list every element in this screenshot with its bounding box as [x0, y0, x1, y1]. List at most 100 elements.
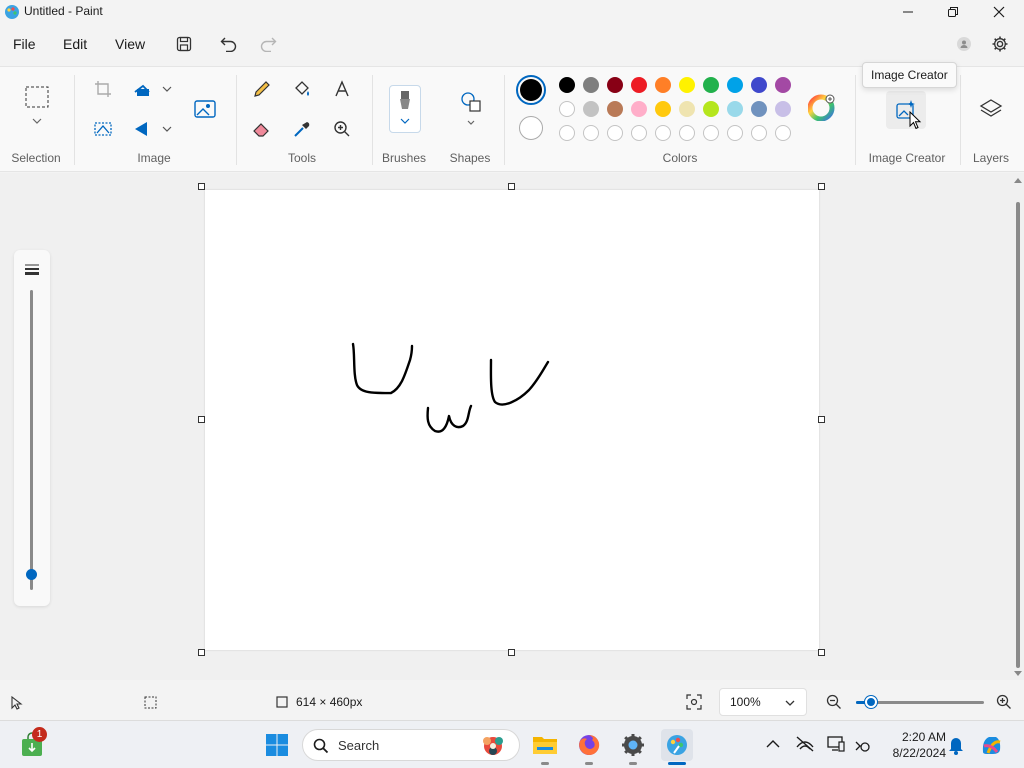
color-swatch[interactable]: [775, 77, 791, 93]
clock-time: 2:20 AM: [901, 730, 946, 744]
resize-handle-bottom-left[interactable]: [198, 649, 205, 656]
select-all-button[interactable]: [89, 115, 117, 143]
fill-tool[interactable]: [288, 75, 316, 103]
power-sleep-icon[interactable]: [853, 736, 871, 754]
color-swatch[interactable]: [751, 101, 767, 117]
notification-bell-icon[interactable]: [948, 735, 964, 755]
custom-color-slot[interactable]: [703, 125, 719, 141]
color-swatch[interactable]: [559, 77, 575, 93]
menu-edit[interactable]: Edit: [63, 36, 87, 52]
zoom-in-icon[interactable]: [996, 694, 1012, 710]
undo-button[interactable]: [217, 32, 241, 56]
image-icon: [194, 100, 216, 118]
save-icon: [176, 36, 192, 52]
custom-color-slot[interactable]: [751, 125, 767, 141]
color-swatch[interactable]: [607, 77, 623, 93]
taskbar-file-explorer[interactable]: [529, 729, 561, 761]
custom-color-slot[interactable]: [679, 125, 695, 141]
color-swatch[interactable]: [727, 101, 743, 117]
shapes-button[interactable]: [456, 89, 486, 129]
selection-tool[interactable]: [22, 85, 52, 125]
resize-button[interactable]: [131, 75, 175, 103]
brush-size-track[interactable]: [30, 290, 33, 590]
layers-button[interactable]: [977, 95, 1005, 123]
custom-color-slot[interactable]: [655, 125, 671, 141]
secondary-color[interactable]: [519, 116, 543, 140]
color-swatch[interactable]: [679, 77, 695, 93]
color-swatch[interactable]: [727, 77, 743, 93]
system-clock[interactable]: 2:20 AM 8/22/2024: [880, 729, 946, 761]
menu-view[interactable]: View: [115, 36, 145, 52]
crop-button[interactable]: [89, 75, 117, 103]
edit-colors-button[interactable]: [808, 93, 836, 121]
custom-color-slot[interactable]: [727, 125, 743, 141]
color-swatch[interactable]: [607, 101, 623, 117]
resize-handle-left[interactable]: [198, 416, 205, 423]
custom-color-slot[interactable]: [583, 125, 599, 141]
zoom-slider-thumb[interactable]: [865, 696, 878, 708]
save-button[interactable]: [172, 32, 196, 56]
custom-color-slot[interactable]: [775, 125, 791, 141]
text-tool[interactable]: [328, 75, 356, 103]
scroll-thumb[interactable]: [1016, 202, 1020, 668]
zoom-select[interactable]: 100%: [719, 688, 807, 716]
pencil-tool[interactable]: [248, 75, 276, 103]
display-icon[interactable]: [827, 736, 845, 752]
close-button[interactable]: [976, 0, 1022, 24]
settings-button[interactable]: [988, 32, 1012, 56]
cursor-position-icon: [11, 696, 23, 710]
custom-color-slot[interactable]: [559, 125, 575, 141]
account-button[interactable]: [952, 32, 976, 56]
resize-handle-bottom[interactable]: [508, 649, 515, 656]
menu-file[interactable]: File: [13, 36, 36, 52]
color-swatch[interactable]: [631, 77, 647, 93]
vertical-scrollbar[interactable]: [1013, 176, 1023, 680]
taskbar-settings[interactable]: [617, 729, 649, 761]
resize-handle-right[interactable]: [818, 416, 825, 423]
color-swatch[interactable]: [631, 101, 647, 117]
custom-color-slot[interactable]: [631, 125, 647, 141]
gear-icon: [992, 36, 1008, 52]
fit-to-window-icon[interactable]: [686, 694, 702, 710]
image-adjust-button[interactable]: [190, 93, 220, 125]
resize-handle-top-right[interactable]: [818, 183, 825, 190]
custom-color-slot[interactable]: [607, 125, 623, 141]
color-swatch[interactable]: [583, 77, 599, 93]
magnifier-tool[interactable]: [328, 115, 356, 143]
chevron-down-icon: [785, 700, 795, 706]
resize-handle-top[interactable]: [508, 183, 515, 190]
primary-color[interactable]: [516, 75, 546, 105]
chevron-up-icon[interactable]: [766, 739, 780, 749]
brush-size-thumb[interactable]: [26, 569, 37, 580]
resize-handle-bottom-right[interactable]: [818, 649, 825, 656]
resize-handle-top-left[interactable]: [198, 183, 205, 190]
drawing-canvas[interactable]: [205, 190, 819, 650]
taskbar-search[interactable]: Search: [302, 729, 520, 761]
color-swatch[interactable]: [679, 101, 695, 117]
taskbar-firefox[interactable]: [573, 729, 605, 761]
color-swatch[interactable]: [655, 77, 671, 93]
color-picker-tool[interactable]: [288, 115, 316, 143]
minimize-button[interactable]: [885, 0, 931, 24]
start-button[interactable]: [261, 729, 293, 761]
eraser-tool[interactable]: [248, 115, 276, 143]
color-swatch[interactable]: [655, 101, 671, 117]
color-swatch[interactable]: [751, 77, 767, 93]
color-swatch[interactable]: [703, 77, 719, 93]
zoom-out-icon[interactable]: [826, 694, 842, 710]
restore-button[interactable]: [930, 0, 976, 24]
rotate-button[interactable]: [131, 115, 175, 143]
color-swatch[interactable]: [775, 101, 791, 117]
ribbon-divider: [74, 75, 75, 165]
taskbar-store-app[interactable]: 1: [16, 727, 48, 761]
network-disconnected-icon[interactable]: [795, 735, 815, 753]
taskbar-paint[interactable]: [661, 729, 693, 761]
active-app-indicator: [668, 762, 686, 765]
color-swatch[interactable]: [583, 101, 599, 117]
brushes-button[interactable]: [389, 85, 421, 133]
brush-icon: [400, 91, 410, 124]
color-swatch[interactable]: [559, 101, 575, 117]
copilot-icon[interactable]: [979, 732, 1005, 758]
color-swatch[interactable]: [703, 101, 719, 117]
redo-button[interactable]: [256, 32, 280, 56]
